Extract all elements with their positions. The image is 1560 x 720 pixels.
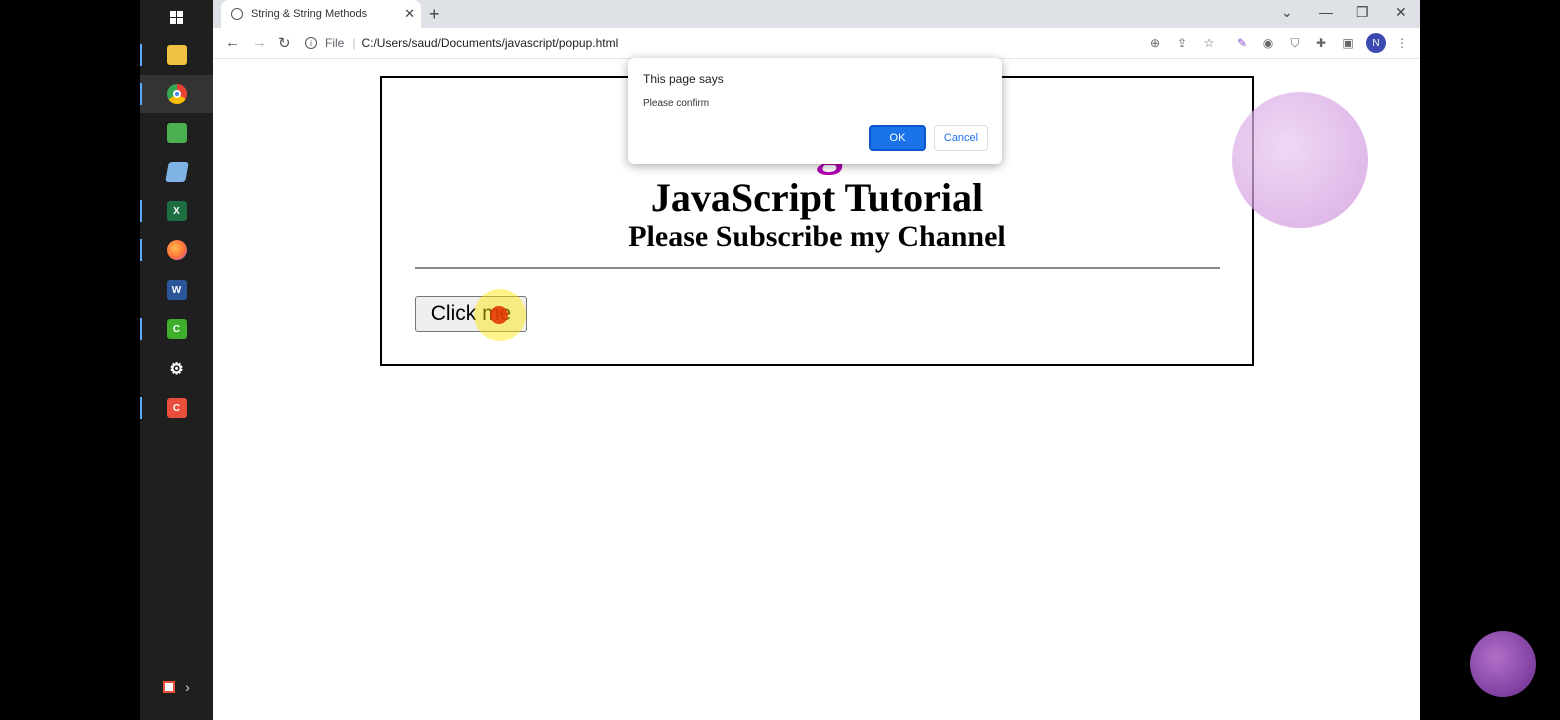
running-indicator bbox=[140, 318, 142, 340]
ok-button[interactable]: OK bbox=[869, 125, 926, 151]
windows-start-icon bbox=[170, 10, 183, 24]
cursor-click-indicator bbox=[490, 306, 508, 324]
zoom-icon[interactable]: ⊕ bbox=[1148, 36, 1162, 50]
globe-logo-corner-icon bbox=[1470, 631, 1536, 697]
taskbar-word[interactable]: W bbox=[140, 271, 213, 309]
word-icon: W bbox=[166, 280, 187, 300]
taskbar-notepad[interactable] bbox=[140, 153, 213, 191]
minimize-icon[interactable]: — bbox=[1319, 4, 1333, 20]
address-bar[interactable]: i File | C:/Users/saud/Documents/javascr… bbox=[305, 31, 1215, 55]
dialog-message: Please confirm bbox=[643, 98, 710, 109]
side-panel-icon[interactable]: ▣ bbox=[1341, 36, 1355, 50]
cancel-button[interactable]: Cancel bbox=[934, 125, 988, 151]
reload-icon[interactable]: ↻ bbox=[278, 34, 291, 52]
tab-strip: String & String Methods ✕ + ⌄ — ❐ ✕ bbox=[213, 0, 1420, 28]
back-icon[interactable]: ← bbox=[225, 34, 240, 51]
camtasia-recorder-icon: C bbox=[166, 398, 187, 418]
tab-active[interactable]: String & String Methods ✕ bbox=[221, 0, 421, 28]
close-window-icon[interactable]: ✕ bbox=[1395, 4, 1407, 21]
bookmark-star-icon[interactable]: ☆ bbox=[1202, 36, 1216, 50]
taskbar-chrome[interactable] bbox=[140, 75, 213, 113]
settings-icon: ⚙ bbox=[169, 361, 184, 378]
browser-window: String & String Methods ✕ + ⌄ — ❐ ✕ ← → … bbox=[213, 0, 1420, 720]
page-title: JavaScript Tutorial bbox=[650, 175, 984, 220]
share-icon[interactable]: ⇪ bbox=[1175, 36, 1189, 50]
info-icon[interactable]: i bbox=[305, 37, 317, 49]
extensions-puzzle-icon[interactable]: ✚ bbox=[1314, 36, 1328, 50]
camera-icon[interactable]: ◉ bbox=[1261, 36, 1275, 50]
page-subtitle: Please Subscribe my Channel bbox=[628, 220, 1006, 253]
firefox-icon bbox=[166, 240, 187, 260]
shield-icon[interactable]: ⛉ bbox=[1288, 36, 1302, 50]
taskbar-camtasia[interactable]: C bbox=[140, 310, 213, 348]
address-scheme: File bbox=[325, 36, 345, 50]
menu-kebab-icon[interactable]: ⋮ bbox=[1395, 36, 1409, 50]
chevron-right-icon[interactable]: › bbox=[185, 679, 190, 695]
profile-avatar[interactable]: N bbox=[1366, 33, 1386, 53]
dialog-title: This page says bbox=[643, 72, 724, 86]
acrobat-icon[interactable] bbox=[163, 681, 176, 693]
excel-icon: X bbox=[166, 201, 187, 221]
globe-logo-watermark-icon bbox=[1232, 92, 1368, 228]
screen: X W C ⚙ C › String & String Methods ✕ + … bbox=[0, 0, 1560, 720]
taskbar-tray: › bbox=[140, 672, 213, 702]
file-explorer-icon bbox=[166, 45, 187, 65]
confirm-dialog: This page says Please confirm OK Cancel bbox=[628, 58, 1002, 164]
photos-icon bbox=[166, 123, 187, 143]
close-tab-icon[interactable]: ✕ bbox=[404, 6, 415, 22]
restore-icon[interactable]: ❐ bbox=[1356, 4, 1369, 21]
pen-extension-icon[interactable]: ✎ bbox=[1235, 36, 1249, 50]
start-button[interactable] bbox=[140, 0, 213, 36]
divider bbox=[415, 267, 1220, 269]
running-indicator bbox=[140, 83, 142, 105]
taskbar-camtasia-recorder[interactable]: C bbox=[140, 389, 213, 427]
notepad-icon bbox=[164, 162, 189, 182]
running-indicator bbox=[140, 200, 142, 222]
new-tab-icon[interactable]: + bbox=[429, 4, 440, 25]
address-divider: | bbox=[352, 36, 356, 50]
taskbar-excel[interactable]: X bbox=[140, 192, 213, 230]
taskbar-firefox[interactable] bbox=[140, 231, 213, 269]
camtasia-icon: C bbox=[166, 319, 187, 339]
taskbar: X W C ⚙ C › bbox=[140, 0, 213, 720]
tab-title: String & String Methods bbox=[251, 8, 368, 20]
globe-icon bbox=[231, 8, 243, 20]
taskbar-photos[interactable] bbox=[140, 114, 213, 152]
chrome-icon bbox=[166, 84, 187, 104]
running-indicator bbox=[140, 397, 142, 419]
toolbar: ← → ↻ i File | C:/Users/saud/Documents/j… bbox=[213, 28, 1420, 59]
taskbar-settings[interactable]: ⚙ bbox=[140, 350, 213, 388]
taskbar-file-explorer[interactable] bbox=[140, 36, 213, 74]
tab-search-icon[interactable]: ⌄ bbox=[1281, 4, 1293, 21]
running-indicator bbox=[140, 239, 142, 261]
running-indicator bbox=[140, 44, 142, 66]
forward-icon[interactable]: → bbox=[252, 34, 267, 51]
address-text: C:/Users/saud/Documents/javascript/popup… bbox=[361, 36, 619, 50]
